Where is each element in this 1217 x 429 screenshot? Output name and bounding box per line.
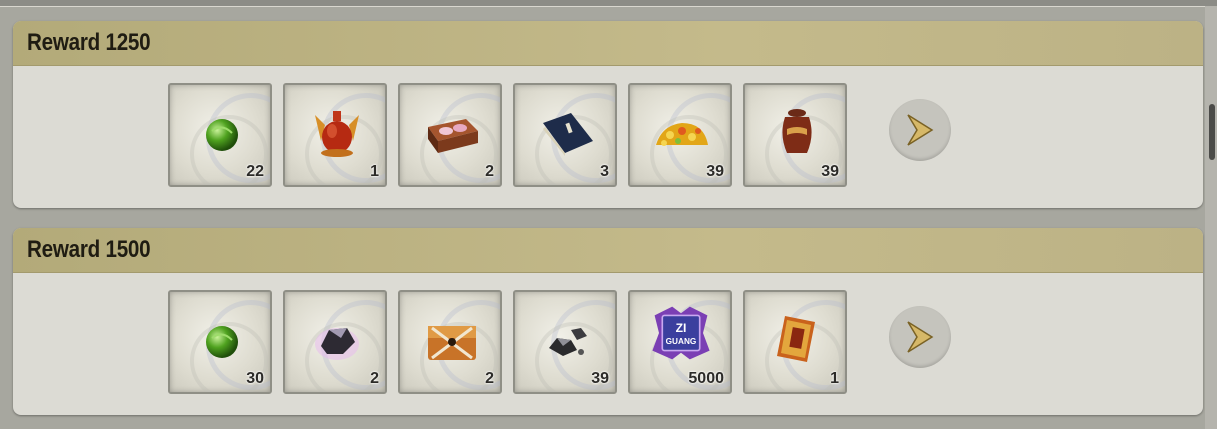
reward-header: Reward 1500	[13, 228, 1203, 273]
badge-label-line1: ZI	[676, 321, 687, 335]
item-count: 22	[246, 163, 264, 180]
item-count: 2	[485, 370, 494, 387]
reward-items: 22 1 2 3 39 39	[168, 83, 858, 187]
gold-pile-icon	[656, 123, 708, 146]
item-count: 3	[600, 163, 609, 180]
item-count: 2	[485, 163, 494, 180]
item-count: 1	[370, 163, 379, 180]
reward-item-slot[interactable]: 30	[168, 290, 272, 394]
red-vase-icon	[315, 111, 359, 157]
scrollbar[interactable]	[1205, 6, 1217, 429]
wine-jar-icon	[782, 109, 812, 153]
item-count: 5000	[688, 370, 724, 387]
reward-item-slot[interactable]: 2	[283, 290, 387, 394]
reward-panel-1500: Reward 1500 30 2 2 39 ZI GUANG 5000 1	[13, 228, 1203, 415]
item-count: 2	[370, 370, 379, 387]
scrollbar-thumb[interactable]	[1209, 104, 1215, 160]
reward-item-slot[interactable]: 2	[398, 83, 502, 187]
reward-title: Reward 1500	[27, 236, 151, 263]
window-top-edge	[0, 0, 1217, 7]
reward-item-slot[interactable]: 1	[743, 290, 847, 394]
badge-label-line2: GUANG	[666, 337, 697, 346]
scroll-token-icon	[777, 316, 815, 362]
reward-header: Reward 1250	[13, 21, 1203, 66]
reward-item-slot[interactable]: 39	[628, 83, 732, 187]
next-arrow-button[interactable]	[889, 306, 951, 368]
green-jade-orb-icon	[206, 119, 238, 151]
green-jade-orb-icon	[206, 326, 238, 358]
reward-item-slot[interactable]: 22	[168, 83, 272, 187]
reward-item-slot[interactable]: 3	[513, 83, 617, 187]
reward-panel-1250: Reward 1250 22 1 2 3 39 39	[13, 21, 1203, 208]
item-count: 39	[706, 163, 724, 180]
item-count: 39	[591, 370, 609, 387]
next-arrow-button[interactable]	[889, 99, 951, 161]
chevron-right-icon	[907, 114, 934, 146]
item-count: 1	[830, 370, 839, 387]
zi-guang-badge-icon: ZI GUANG	[652, 306, 710, 360]
reward-title: Reward 1250	[27, 29, 151, 56]
chevron-right-icon	[907, 321, 934, 353]
item-count: 30	[246, 370, 264, 387]
treasure-chest-icon	[428, 326, 476, 360]
reward-item-slot[interactable]: 2	[398, 290, 502, 394]
reward-item-slot[interactable]: 39	[513, 290, 617, 394]
reward-item-slot[interactable]: ZI GUANG 5000	[628, 290, 732, 394]
iron-ore-icon	[549, 328, 587, 356]
reward-item-slot[interactable]: 39	[743, 83, 847, 187]
purple-ore-icon	[315, 328, 359, 360]
pink-gem-box-icon	[428, 119, 478, 153]
reward-items: 30 2 2 39 ZI GUANG 5000 1	[168, 290, 858, 394]
reward-item-slot[interactable]: 1	[283, 83, 387, 187]
blue-book-icon	[543, 113, 593, 156]
item-count: 39	[821, 163, 839, 180]
